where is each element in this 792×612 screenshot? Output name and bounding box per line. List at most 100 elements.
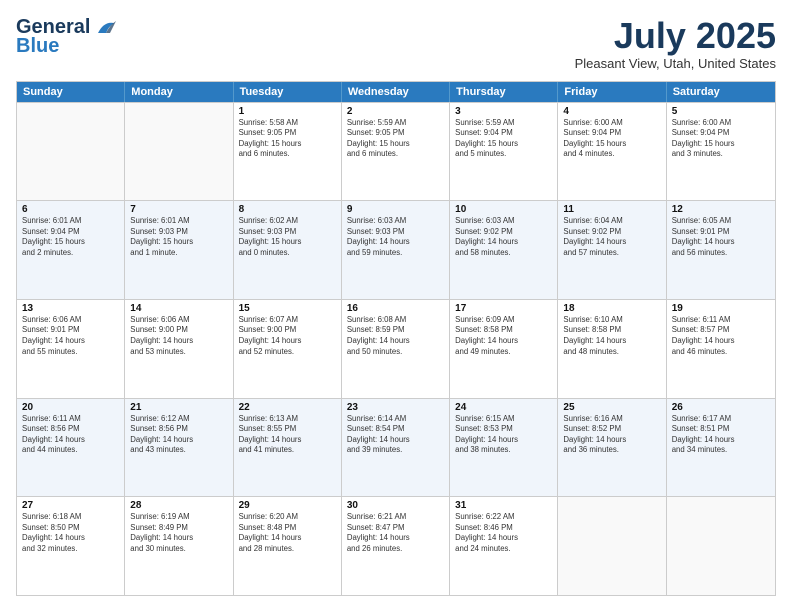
- page: General Blue July 2025 Pleasant View, Ut…: [0, 0, 792, 612]
- day-info: Sunrise: 6:22 AM Sunset: 8:46 PM Dayligh…: [455, 512, 552, 554]
- day-cell-14: 14Sunrise: 6:06 AM Sunset: 9:00 PM Dayli…: [125, 300, 233, 398]
- day-info: Sunrise: 5:58 AM Sunset: 9:05 PM Dayligh…: [239, 118, 336, 160]
- day-info: Sunrise: 6:07 AM Sunset: 9:00 PM Dayligh…: [239, 315, 336, 357]
- calendar-row-3: 13Sunrise: 6:06 AM Sunset: 9:01 PM Dayli…: [17, 299, 775, 398]
- day-info: Sunrise: 6:15 AM Sunset: 8:53 PM Dayligh…: [455, 414, 552, 456]
- weekday-header-friday: Friday: [558, 82, 666, 102]
- day-info: Sunrise: 6:03 AM Sunset: 9:03 PM Dayligh…: [347, 216, 444, 258]
- day-info: Sunrise: 6:14 AM Sunset: 8:54 PM Dayligh…: [347, 414, 444, 456]
- day-number: 24: [455, 402, 552, 413]
- day-info: Sunrise: 6:09 AM Sunset: 8:58 PM Dayligh…: [455, 315, 552, 357]
- day-info: Sunrise: 6:10 AM Sunset: 8:58 PM Dayligh…: [563, 315, 660, 357]
- day-cell-6: 6Sunrise: 6:01 AM Sunset: 9:04 PM Daylig…: [17, 201, 125, 299]
- day-cell-18: 18Sunrise: 6:10 AM Sunset: 8:58 PM Dayli…: [558, 300, 666, 398]
- day-info: Sunrise: 6:18 AM Sunset: 8:50 PM Dayligh…: [22, 512, 119, 554]
- day-number: 10: [455, 204, 552, 215]
- day-info: Sunrise: 6:04 AM Sunset: 9:02 PM Dayligh…: [563, 216, 660, 258]
- day-cell-16: 16Sunrise: 6:08 AM Sunset: 8:59 PM Dayli…: [342, 300, 450, 398]
- day-cell-5: 5Sunrise: 6:00 AM Sunset: 9:04 PM Daylig…: [667, 103, 775, 201]
- day-number: 20: [22, 402, 119, 413]
- day-cell-22: 22Sunrise: 6:13 AM Sunset: 8:55 PM Dayli…: [234, 399, 342, 497]
- day-number: 13: [22, 303, 119, 314]
- header: General Blue July 2025 Pleasant View, Ut…: [16, 16, 776, 71]
- day-number: 30: [347, 500, 444, 511]
- day-number: 11: [563, 204, 660, 215]
- day-number: 7: [130, 204, 227, 215]
- day-info: Sunrise: 6:21 AM Sunset: 8:47 PM Dayligh…: [347, 512, 444, 554]
- day-info: Sunrise: 6:00 AM Sunset: 9:04 PM Dayligh…: [563, 118, 660, 160]
- day-number: 26: [672, 402, 770, 413]
- day-info: Sunrise: 6:06 AM Sunset: 9:00 PM Dayligh…: [130, 315, 227, 357]
- weekday-header-tuesday: Tuesday: [234, 82, 342, 102]
- weekday-header-monday: Monday: [125, 82, 233, 102]
- calendar-row-5: 27Sunrise: 6:18 AM Sunset: 8:50 PM Dayli…: [17, 496, 775, 595]
- day-info: Sunrise: 6:17 AM Sunset: 8:51 PM Dayligh…: [672, 414, 770, 456]
- day-cell-8: 8Sunrise: 6:02 AM Sunset: 9:03 PM Daylig…: [234, 201, 342, 299]
- logo: General Blue: [16, 16, 116, 58]
- weekday-header-wednesday: Wednesday: [342, 82, 450, 102]
- day-number: 19: [672, 303, 770, 314]
- day-number: 2: [347, 106, 444, 117]
- day-info: Sunrise: 6:00 AM Sunset: 9:04 PM Dayligh…: [672, 118, 770, 160]
- day-info: Sunrise: 6:06 AM Sunset: 9:01 PM Dayligh…: [22, 315, 119, 357]
- title-area: July 2025 Pleasant View, Utah, United St…: [575, 16, 776, 71]
- day-info: Sunrise: 6:11 AM Sunset: 8:56 PM Dayligh…: [22, 414, 119, 456]
- day-info: Sunrise: 6:13 AM Sunset: 8:55 PM Dayligh…: [239, 414, 336, 456]
- day-cell-25: 25Sunrise: 6:16 AM Sunset: 8:52 PM Dayli…: [558, 399, 666, 497]
- day-info: Sunrise: 6:08 AM Sunset: 8:59 PM Dayligh…: [347, 315, 444, 357]
- day-info: Sunrise: 6:12 AM Sunset: 8:56 PM Dayligh…: [130, 414, 227, 456]
- day-info: Sunrise: 5:59 AM Sunset: 9:04 PM Dayligh…: [455, 118, 552, 160]
- day-info: Sunrise: 5:59 AM Sunset: 9:05 PM Dayligh…: [347, 118, 444, 160]
- day-number: 3: [455, 106, 552, 117]
- day-number: 12: [672, 204, 770, 215]
- day-cell-12: 12Sunrise: 6:05 AM Sunset: 9:01 PM Dayli…: [667, 201, 775, 299]
- day-info: Sunrise: 6:03 AM Sunset: 9:02 PM Dayligh…: [455, 216, 552, 258]
- day-number: 21: [130, 402, 227, 413]
- calendar-header: SundayMondayTuesdayWednesdayThursdayFrid…: [17, 82, 775, 102]
- day-cell-31: 31Sunrise: 6:22 AM Sunset: 8:46 PM Dayli…: [450, 497, 558, 595]
- day-cell-20: 20Sunrise: 6:11 AM Sunset: 8:56 PM Dayli…: [17, 399, 125, 497]
- day-number: 6: [22, 204, 119, 215]
- day-cell-15: 15Sunrise: 6:07 AM Sunset: 9:00 PM Dayli…: [234, 300, 342, 398]
- day-cell-19: 19Sunrise: 6:11 AM Sunset: 8:57 PM Dayli…: [667, 300, 775, 398]
- day-cell-9: 9Sunrise: 6:03 AM Sunset: 9:03 PM Daylig…: [342, 201, 450, 299]
- day-cell-26: 26Sunrise: 6:17 AM Sunset: 8:51 PM Dayli…: [667, 399, 775, 497]
- day-cell-17: 17Sunrise: 6:09 AM Sunset: 8:58 PM Dayli…: [450, 300, 558, 398]
- day-cell-1: 1Sunrise: 5:58 AM Sunset: 9:05 PM Daylig…: [234, 103, 342, 201]
- day-info: Sunrise: 6:02 AM Sunset: 9:03 PM Dayligh…: [239, 216, 336, 258]
- day-number: 9: [347, 204, 444, 215]
- day-number: 14: [130, 303, 227, 314]
- day-number: 28: [130, 500, 227, 511]
- day-cell-4: 4Sunrise: 6:00 AM Sunset: 9:04 PM Daylig…: [558, 103, 666, 201]
- weekday-header-thursday: Thursday: [450, 82, 558, 102]
- day-info: Sunrise: 6:05 AM Sunset: 9:01 PM Dayligh…: [672, 216, 770, 258]
- empty-cell: [667, 497, 775, 595]
- day-cell-28: 28Sunrise: 6:19 AM Sunset: 8:49 PM Dayli…: [125, 497, 233, 595]
- day-number: 25: [563, 402, 660, 413]
- day-number: 29: [239, 500, 336, 511]
- day-number: 5: [672, 106, 770, 117]
- day-cell-21: 21Sunrise: 6:12 AM Sunset: 8:56 PM Dayli…: [125, 399, 233, 497]
- day-info: Sunrise: 6:16 AM Sunset: 8:52 PM Dayligh…: [563, 414, 660, 456]
- day-cell-29: 29Sunrise: 6:20 AM Sunset: 8:48 PM Dayli…: [234, 497, 342, 595]
- calendar-row-1: 1Sunrise: 5:58 AM Sunset: 9:05 PM Daylig…: [17, 102, 775, 201]
- day-number: 1: [239, 106, 336, 117]
- day-number: 15: [239, 303, 336, 314]
- logo-bird-icon: [94, 19, 116, 37]
- day-number: 22: [239, 402, 336, 413]
- day-cell-10: 10Sunrise: 6:03 AM Sunset: 9:02 PM Dayli…: [450, 201, 558, 299]
- calendar: SundayMondayTuesdayWednesdayThursdayFrid…: [16, 81, 776, 596]
- day-number: 16: [347, 303, 444, 314]
- day-cell-7: 7Sunrise: 6:01 AM Sunset: 9:03 PM Daylig…: [125, 201, 233, 299]
- day-number: 8: [239, 204, 336, 215]
- day-number: 4: [563, 106, 660, 117]
- day-cell-24: 24Sunrise: 6:15 AM Sunset: 8:53 PM Dayli…: [450, 399, 558, 497]
- day-info: Sunrise: 6:11 AM Sunset: 8:57 PM Dayligh…: [672, 315, 770, 357]
- day-cell-30: 30Sunrise: 6:21 AM Sunset: 8:47 PM Dayli…: [342, 497, 450, 595]
- day-cell-2: 2Sunrise: 5:59 AM Sunset: 9:05 PM Daylig…: [342, 103, 450, 201]
- logo-blue: Blue: [16, 35, 59, 58]
- location-subtitle: Pleasant View, Utah, United States: [575, 56, 776, 71]
- calendar-row-2: 6Sunrise: 6:01 AM Sunset: 9:04 PM Daylig…: [17, 200, 775, 299]
- day-number: 27: [22, 500, 119, 511]
- weekday-header-sunday: Sunday: [17, 82, 125, 102]
